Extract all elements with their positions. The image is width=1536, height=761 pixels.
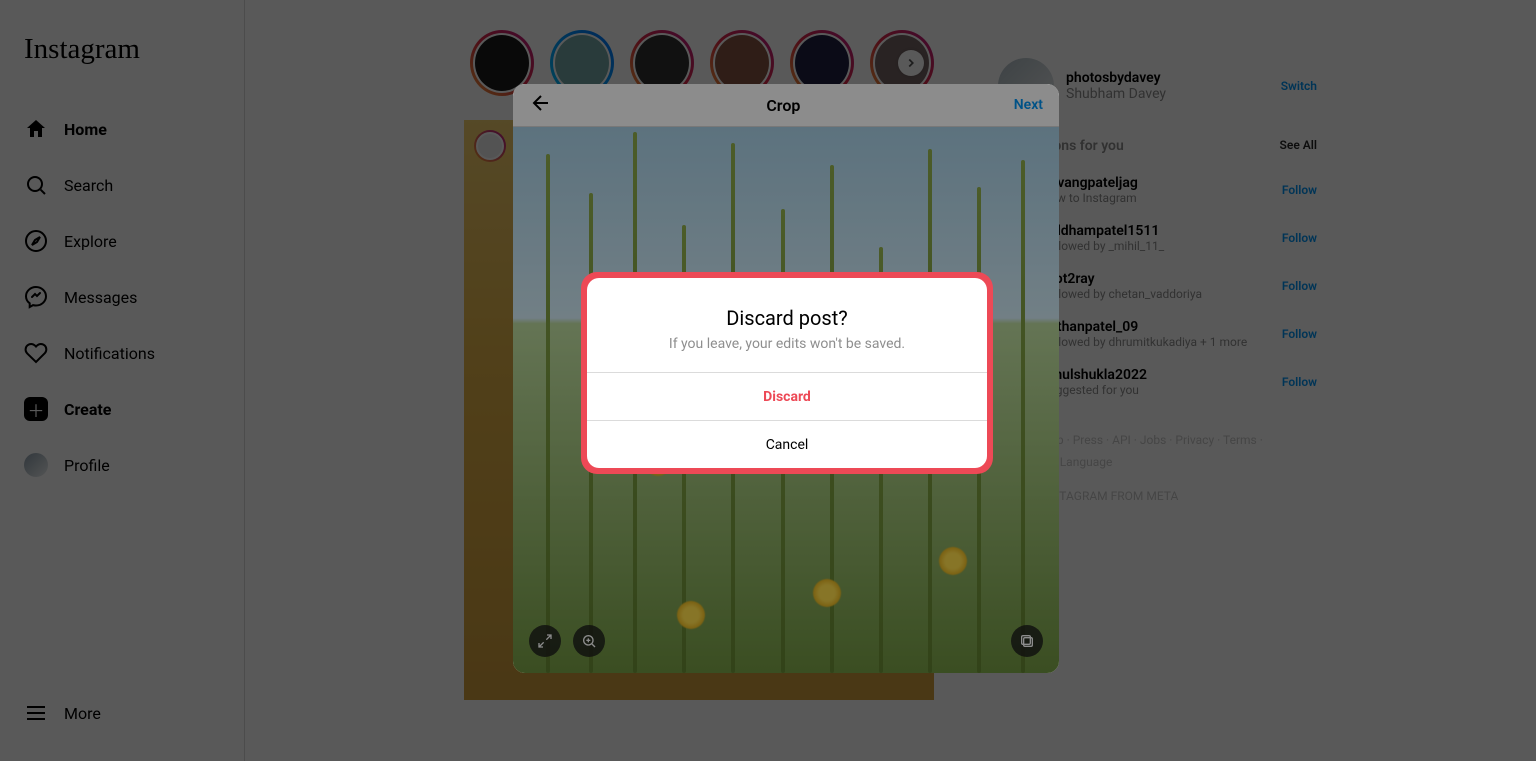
- discard-button[interactable]: Discard: [587, 372, 987, 420]
- discard-dialog-highlight: Discard post? If you leave, your edits w…: [581, 272, 993, 474]
- discard-dialog: Discard post? If you leave, your edits w…: [587, 278, 987, 468]
- dialog-header: Discard post? If you leave, your edits w…: [587, 278, 987, 372]
- dialog-subtitle: If you leave, your edits won't be saved.: [603, 336, 971, 352]
- cancel-button[interactable]: Cancel: [587, 420, 987, 468]
- dialog-title: Discard post?: [603, 306, 971, 330]
